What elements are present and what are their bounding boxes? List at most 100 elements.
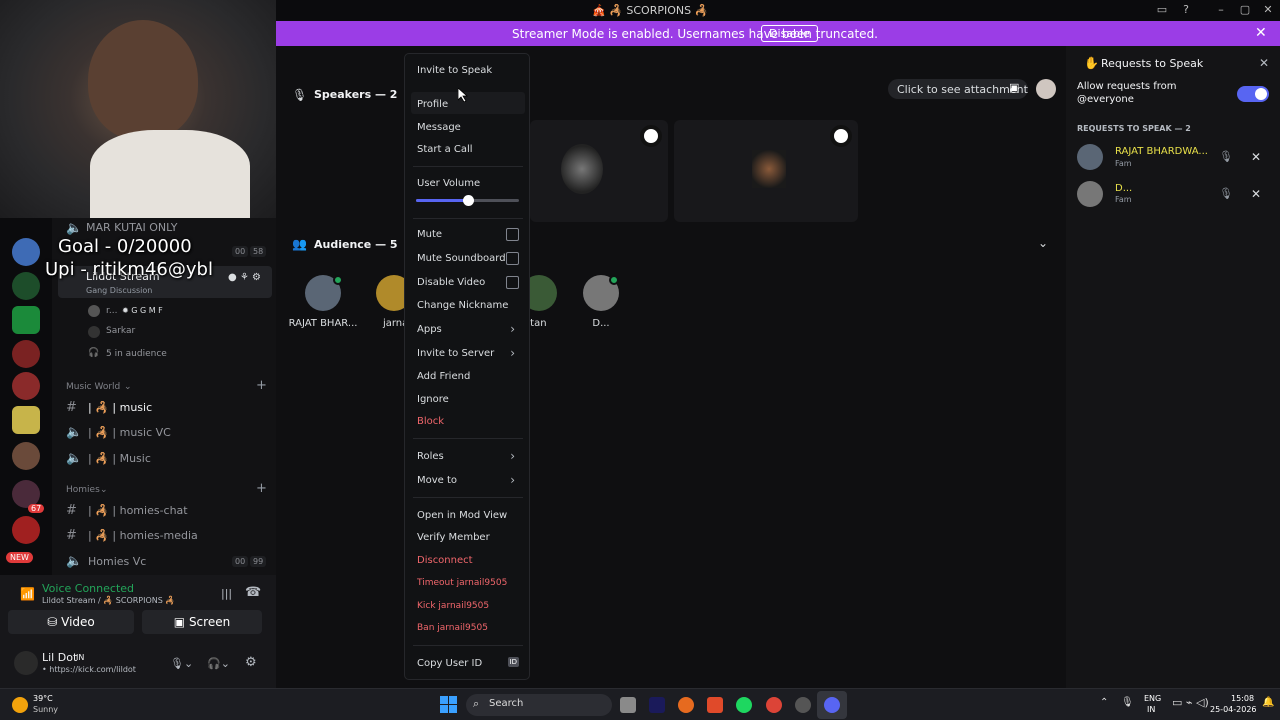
maximize-button[interactable]: ▢ [1237,2,1253,18]
menu-verify-member[interactable]: Verify Member [417,532,490,543]
close-window-button[interactable]: ✕ [1260,2,1276,18]
app-icon[interactable] [707,697,723,713]
stage-moderator-icon [640,125,662,147]
menu-disable-video[interactable]: Disable Video [417,277,485,288]
avatar[interactable] [1036,79,1056,99]
tray-chevron-up-icon[interactable]: ⌃ [1100,697,1108,708]
menu-kick[interactable]: Kick jarnail9505 [417,601,489,611]
video-button[interactable]: ⛁ Video [8,610,134,634]
firefox-icon[interactable] [678,697,694,713]
server-icon[interactable] [12,372,40,400]
kick-server-icon[interactable] [12,306,40,334]
user-avatar[interactable] [14,651,38,675]
category-music-world[interactable]: Music World [66,382,120,392]
add-channel-icon[interactable]: + [256,378,267,393]
channel-mar-kutai[interactable]: MAR KUTAI ONLY [86,221,178,234]
disable-video-checkbox[interactable] [506,276,519,289]
user-status: • https://kick.com/lildot [42,665,136,674]
chat-icon[interactable]: ● ⚘ ⚙ [228,272,261,283]
menu-ban[interactable]: Ban jarnail9505 [417,623,488,633]
channel-homies-vc[interactable]: Homies Vc [88,555,146,568]
channel-music-stage[interactable]: | 🦂 | Music [88,452,151,465]
discord-icon[interactable] [824,697,840,713]
server-icon[interactable] [12,406,40,434]
menu-profile[interactable]: Profile [417,99,448,110]
notification-icon[interactable]: 🔔 [1262,697,1274,708]
banner-close-icon[interactable]: ✕ [1255,25,1267,41]
member-name[interactable]: Sarkar [106,326,135,336]
menu-copy-user-id[interactable]: Copy User ID [417,658,482,669]
category-homies[interactable]: Homies [66,485,100,495]
menu-mute-soundboard[interactable]: Mute Soundboard [417,253,506,264]
settings-gear-icon[interactable]: ⚙ [245,655,257,670]
menu-invite-to-speak[interactable]: Invite to Speak [417,65,492,76]
server-icon[interactable] [12,272,40,300]
menu-roles[interactable]: Roles [417,451,444,462]
menu-ignore[interactable]: Ignore [417,394,449,405]
member-name[interactable]: r... [106,306,117,316]
voice-location[interactable]: Lildot Stream / 🦂 SCORPIONS 🦂 [42,596,175,605]
screen-share-button[interactable]: ▣ Screen [142,610,262,634]
tray-mic-icon[interactable]: 🎙 [1121,697,1134,708]
audience-count[interactable]: 5 in audience [106,349,167,359]
menu-open-mod-view[interactable]: Open in Mod View [417,510,507,521]
channel-homies-chat[interactable]: | 🦂 | homies-chat [88,504,188,517]
noise-suppression-icon[interactable]: ||| [221,587,232,600]
menu-disconnect[interactable]: Disconnect [417,555,473,566]
server-icon[interactable] [12,238,40,266]
taskbar-search-box[interactable] [466,694,612,716]
volume-slider-track[interactable] [416,195,519,206]
premiere-icon[interactable] [649,697,665,713]
menu-invite-to-server[interactable]: Invite to Server [417,348,494,359]
volume-slider-knob[interactable] [462,195,474,206]
add-channel-icon[interactable]: + [256,481,267,496]
allow-requests-toggle[interactable] [1237,86,1269,102]
menu-start-call[interactable]: Start a Call [417,144,473,155]
avatar[interactable] [1077,181,1103,207]
file-explorer-icon[interactable] [620,697,636,713]
language[interactable]: ENG [1144,694,1161,703]
invite-to-speak-icon[interactable]: 🎙 [1219,150,1233,163]
dismiss-request-icon[interactable]: ✕ [1251,187,1261,201]
menu-mute[interactable]: Mute [417,229,442,240]
menu-change-nickname[interactable]: Change Nickname [417,300,508,311]
menu-divider [413,497,523,498]
menu-message[interactable]: Message [417,122,461,133]
allow-requests-label: Allow requests from @everyone [1077,81,1177,105]
server-icon[interactable] [12,516,40,544]
microphone-icon[interactable]: 🎙⌄ [170,657,193,670]
user-limit: 58 [250,246,267,257]
disconnect-icon[interactable]: ☎ [245,585,261,600]
chevron-down-icon[interactable]: ⌄ [1038,236,1048,250]
mute-soundboard-checkbox[interactable] [506,252,519,265]
close-icon[interactable]: ✕ [1259,56,1269,70]
network-icon[interactable]: ▭ ⌁ ◁) [1172,696,1209,709]
menu-move-to[interactable]: Move to [417,475,457,486]
minimize-button[interactable]: – [1213,2,1229,18]
disable-streamer-mode-button[interactable]: Disable [761,25,818,42]
help-icon[interactable]: ? [1178,2,1194,18]
mute-checkbox[interactable] [506,228,519,241]
temperature[interactable]: 39°C [33,694,53,703]
menu-add-friend[interactable]: Add Friend [417,371,470,382]
server-folder-icon[interactable] [12,442,40,470]
channel-homies-media[interactable]: | 🦂 | homies-media [88,529,198,542]
channel-music[interactable]: | 🦂 | music [88,401,152,414]
windows-start-icon[interactable] [440,696,457,713]
app-icon[interactable] [795,697,811,713]
chrome-icon[interactable] [766,697,782,713]
inbox-icon[interactable]: ▭ [1154,2,1170,18]
server-icon[interactable] [12,340,40,368]
dismiss-request-icon[interactable]: ✕ [1251,150,1261,164]
clock-time[interactable]: 15:08 [1231,694,1254,703]
channel-music-vc[interactable]: | 🦂 | music VC [88,426,171,439]
menu-apps[interactable]: Apps [417,324,442,335]
spotify-icon[interactable] [736,697,752,713]
user-limit: 99 [250,556,267,567]
avatar[interactable] [1077,144,1103,170]
menu-block[interactable]: Block [417,416,444,427]
menu-timeout[interactable]: Timeout jarnail9505 [417,578,507,588]
headphones-icon[interactable]: 🎧⌄ [207,657,230,670]
invite-to-speak-icon[interactable]: 🎙 [1219,187,1233,200]
video-label: Video [61,615,95,629]
